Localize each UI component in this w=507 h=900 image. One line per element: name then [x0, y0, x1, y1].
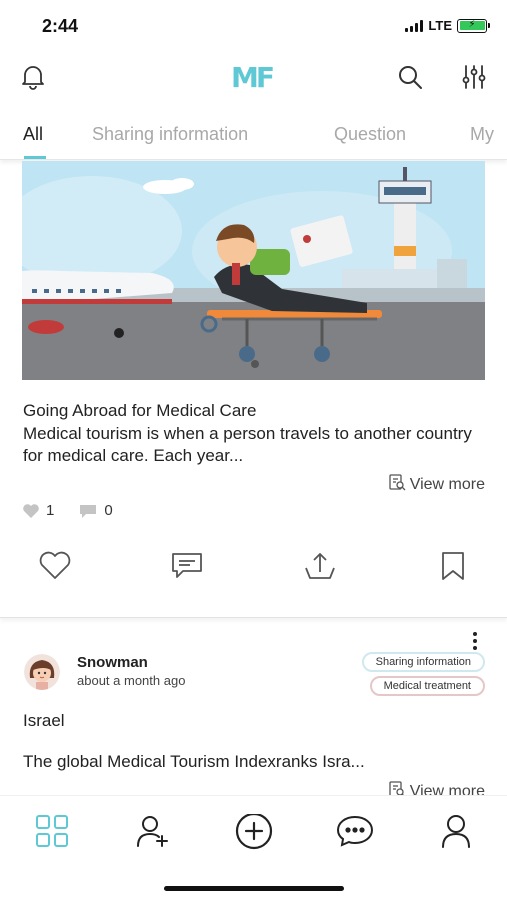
- top-bar: MF: [0, 55, 507, 103]
- share-icon[interactable]: [303, 551, 337, 586]
- tag-sharing-information[interactable]: Sharing information: [361, 652, 485, 672]
- post-card[interactable]: Snowman about a month ago Sharing inform…: [0, 625, 507, 800]
- post-title[interactable]: Going Abroad for Medical Care: [23, 401, 256, 421]
- view-more-link[interactable]: View more: [388, 473, 485, 496]
- add-friend-icon[interactable]: [136, 814, 170, 853]
- status-bar: 2:44 LTE ⚡: [0, 0, 507, 50]
- tab-all[interactable]: All: [23, 124, 43, 145]
- heart-small-icon: [23, 503, 39, 518]
- bookmark-icon[interactable]: [440, 551, 466, 586]
- like-count-value: 1: [46, 502, 55, 519]
- category-tabs: All Sharing information Question My: [0, 118, 507, 160]
- active-tab-indicator: [24, 156, 46, 159]
- network-label: LTE: [428, 18, 452, 33]
- tab-sharing-information[interactable]: Sharing information: [92, 124, 248, 145]
- tag-medical-treatment[interactable]: Medical treatment: [369, 676, 485, 696]
- tab-my[interactable]: My: [470, 124, 494, 145]
- view-more-label: View more: [409, 475, 485, 493]
- comment-icon[interactable]: [170, 551, 204, 586]
- search-icon[interactable]: [396, 63, 424, 96]
- post-location: Israel: [23, 711, 65, 730]
- status-indicators: LTE ⚡: [405, 18, 490, 33]
- chat-icon[interactable]: [336, 814, 374, 853]
- bell-icon[interactable]: [20, 63, 46, 96]
- post-image: [22, 161, 485, 380]
- document-search-icon: [388, 473, 406, 496]
- tab-question[interactable]: Question: [334, 124, 406, 145]
- signal-icon: [405, 19, 424, 32]
- author-name[interactable]: Snowman: [77, 654, 148, 671]
- comment-count: 0: [78, 502, 113, 519]
- battery-icon: ⚡: [457, 18, 490, 33]
- more-options-icon[interactable]: [473, 632, 477, 650]
- profile-icon[interactable]: [440, 814, 472, 853]
- avatar[interactable]: [24, 654, 60, 690]
- app-logo: MF: [231, 61, 275, 94]
- post-stats: 1 0: [22, 502, 131, 519]
- sliders-icon[interactable]: [460, 63, 488, 96]
- home-indicator: [164, 886, 344, 891]
- post-excerpt[interactable]: Medical tourism is when a person travels…: [23, 423, 488, 467]
- post-card[interactable]: Going Abroad for Medical Care Medical to…: [0, 161, 507, 618]
- status-time: 2:44: [42, 16, 79, 36]
- post-time: about a month ago: [77, 673, 186, 688]
- add-post-icon[interactable]: [234, 812, 274, 859]
- heart-icon[interactable]: [38, 551, 72, 586]
- post-actions: [0, 551, 507, 591]
- grid-icon[interactable]: [35, 814, 69, 853]
- bottom-nav: [0, 795, 507, 900]
- comment-small-icon: [80, 504, 97, 518]
- post-excerpt[interactable]: The global Medical Tourism Indexranks Is…: [23, 752, 483, 772]
- comment-count-value: 0: [104, 502, 113, 519]
- like-count: 1: [22, 502, 54, 519]
